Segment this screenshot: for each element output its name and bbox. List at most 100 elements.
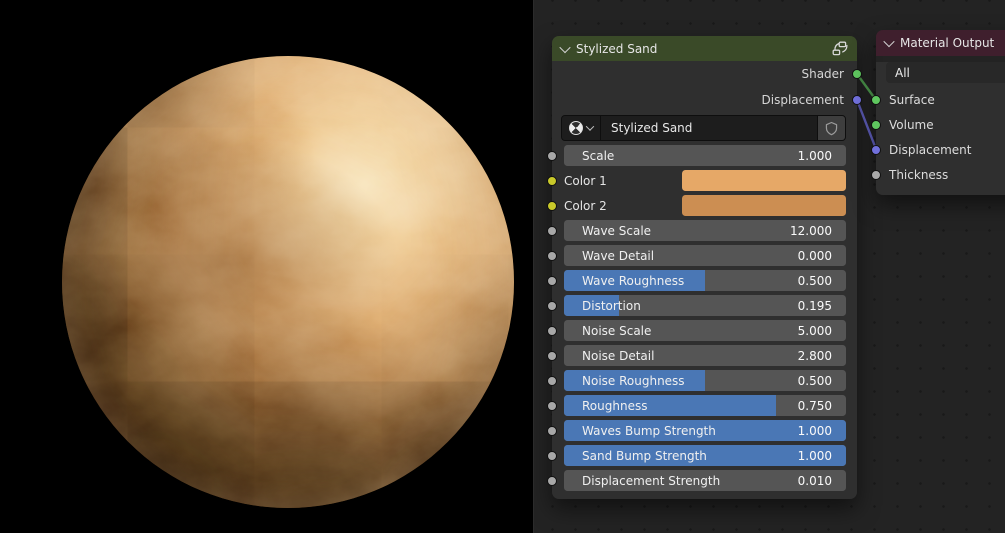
- roughness-field[interactable]: Roughness 0.750: [564, 395, 846, 416]
- param-row-distortion: Distortion 0.195: [547, 295, 846, 316]
- param-label: Noise Roughness: [582, 373, 685, 388]
- param-label: Color 2: [564, 198, 607, 213]
- shield-icon: [825, 121, 838, 135]
- wave-scale-input-socket[interactable]: [547, 225, 557, 236]
- color-2-input-socket[interactable]: [547, 200, 557, 211]
- node-title: Stylized Sand: [576, 41, 658, 56]
- input-label: Volume: [889, 117, 934, 132]
- displacement-input-socket[interactable]: [871, 144, 881, 155]
- sand-sphere-preview: [62, 56, 514, 508]
- node-header-stylized-sand[interactable]: Stylized Sand: [552, 36, 857, 61]
- thickness-input-socket[interactable]: [871, 169, 881, 180]
- displacement-strength-input-socket[interactable]: [547, 475, 557, 486]
- param-label: Color 1: [564, 173, 607, 188]
- input-row-displacement: Displacement: [871, 137, 1005, 162]
- param-label: Sand Bump Strength: [582, 448, 707, 463]
- param-value: 0.500: [797, 373, 832, 388]
- collapse-chevron-icon[interactable]: [883, 35, 895, 48]
- noise-detail-field[interactable]: Noise Detail 2.800: [564, 345, 846, 366]
- wave-roughness-input-socket[interactable]: [547, 275, 557, 286]
- 3d-viewport[interactable]: [0, 0, 533, 533]
- group-datablock-selector[interactable]: [562, 116, 600, 140]
- param-label: Displacement Strength: [582, 473, 721, 488]
- output-row-shader: Shader: [552, 61, 862, 87]
- param-label: Roughness: [582, 398, 648, 413]
- node-group-icon: [831, 41, 848, 56]
- shader-output-socket[interactable]: [852, 69, 862, 79]
- sand-bump-strength-field[interactable]: Sand Bump Strength 1.000: [564, 445, 846, 466]
- wave-detail-field[interactable]: Wave Detail 0.000: [564, 245, 846, 266]
- param-row-displacement-strength: Displacement Strength 0.010: [547, 470, 846, 491]
- input-row-volume: Volume: [871, 112, 1005, 137]
- param-row-sand-bump-strength: Sand Bump Strength 1.000: [547, 445, 846, 466]
- input-label: Thickness: [889, 167, 949, 182]
- param-value: 0.195: [797, 298, 832, 313]
- noise-scale-input-socket[interactable]: [547, 325, 557, 336]
- displacement-output-socket[interactable]: [852, 95, 862, 105]
- param-row-color-2: Color 2: [547, 195, 846, 216]
- param-row-wave-scale: Wave Scale 12.000: [547, 220, 846, 241]
- wave-detail-input-socket[interactable]: [547, 250, 557, 261]
- shader-node-editor[interactable]: Stylized Sand Shader Displacement Styliz…: [533, 0, 1005, 533]
- param-row-noise-scale: Noise Scale 5.000: [547, 320, 846, 341]
- input-row-thickness: Thickness: [871, 162, 1005, 187]
- blender-window: Stylized Sand Shader Displacement Styliz…: [0, 0, 1005, 533]
- param-row-noise-roughness: Noise Roughness 0.500: [547, 370, 846, 391]
- output-target-dropdown[interactable]: All: [886, 62, 1005, 83]
- param-value: 0.750: [797, 398, 832, 413]
- color-2-color-swatch[interactable]: [682, 195, 846, 216]
- noise-roughness-input-socket[interactable]: [547, 375, 557, 386]
- displacement-strength-field[interactable]: Displacement Strength 0.010: [564, 470, 846, 491]
- node-material-output[interactable]: Material Output All Surface Volume Displac…: [871, 30, 1005, 195]
- volume-input-socket[interactable]: [871, 119, 881, 130]
- surface-input-socket[interactable]: [871, 94, 881, 105]
- wave-roughness-field[interactable]: Wave Roughness 0.500: [564, 270, 846, 291]
- input-label: Surface: [889, 92, 935, 107]
- param-label: Noise Scale: [582, 323, 652, 338]
- param-row-wave-roughness: Wave Roughness 0.500: [547, 270, 846, 291]
- node-title: Material Output: [900, 36, 995, 50]
- group-name-input[interactable]: Stylized Sand: [600, 116, 817, 140]
- noise-detail-input-socket[interactable]: [547, 350, 557, 361]
- output-row-displacement: Displacement: [552, 87, 862, 113]
- param-label: Distortion: [582, 298, 641, 313]
- distortion-field[interactable]: Distortion 0.195: [564, 295, 846, 316]
- group-name-widget[interactable]: Stylized Sand: [561, 115, 846, 141]
- fake-user-shield-button[interactable]: [817, 116, 845, 140]
- sand-bump-strength-input-socket[interactable]: [547, 450, 557, 461]
- color-1-color-swatch[interactable]: [682, 170, 846, 191]
- param-label: Wave Detail: [582, 248, 655, 263]
- param-value: 0.000: [797, 248, 832, 263]
- wave-scale-field[interactable]: Wave Scale 12.000: [564, 220, 846, 241]
- node-stylized-sand[interactable]: Stylized Sand Shader Displacement Styliz…: [547, 36, 862, 499]
- param-value: 2.800: [797, 348, 832, 363]
- param-label: Noise Detail: [582, 348, 655, 363]
- param-row-color-1: Color 1: [547, 170, 846, 191]
- param-label: Scale: [582, 148, 615, 163]
- waves-bump-strength-field[interactable]: Waves Bump Strength 1.000: [564, 420, 846, 441]
- output-label: Shader: [801, 67, 844, 81]
- param-row-wave-detail: Wave Detail 0.000: [547, 245, 846, 266]
- sand-texture-overlay: [62, 56, 514, 508]
- node-header-material-output[interactable]: Material Output: [876, 30, 1005, 56]
- param-value: 1.000: [797, 148, 832, 163]
- collapse-chevron-icon[interactable]: [559, 41, 571, 53]
- param-row-waves-bump-strength: Waves Bump Strength 1.000: [547, 420, 846, 441]
- output-label: Displacement: [761, 93, 845, 107]
- scale-field[interactable]: Scale 1.000: [564, 145, 846, 166]
- distortion-input-socket[interactable]: [547, 300, 557, 311]
- waves-bump-strength-input-socket[interactable]: [547, 425, 557, 436]
- param-value: 1.000: [797, 448, 832, 463]
- input-row-surface: Surface: [871, 87, 1005, 112]
- noise-scale-field[interactable]: Noise Scale 5.000: [564, 320, 846, 341]
- input-label: Displacement: [889, 142, 972, 157]
- noise-roughness-field[interactable]: Noise Roughness 0.500: [564, 370, 846, 391]
- param-label: Wave Roughness: [582, 273, 685, 288]
- param-row-roughness: Roughness 0.750: [547, 395, 846, 416]
- material-ball-icon: [569, 121, 583, 135]
- param-value: 0.500: [797, 273, 832, 288]
- color-1-input-socket[interactable]: [547, 175, 557, 186]
- chevron-down-icon: [585, 122, 595, 131]
- scale-input-socket[interactable]: [547, 150, 557, 161]
- roughness-input-socket[interactable]: [547, 400, 557, 411]
